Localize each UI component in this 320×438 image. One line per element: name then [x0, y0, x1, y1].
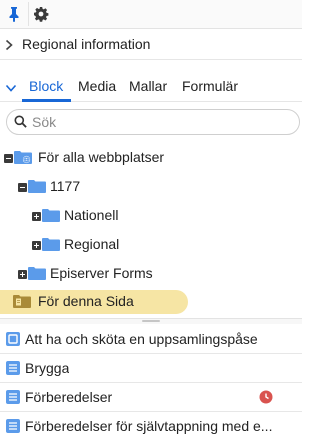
settings-button[interactable]	[28, 2, 52, 26]
tab-block[interactable]: Block	[29, 78, 63, 94]
clock-icon	[259, 390, 273, 404]
chevron-right-icon	[5, 39, 13, 51]
tree-item-1177[interactable]: 1177	[0, 174, 302, 200]
tree-item-label: Episerver Forms	[50, 265, 153, 281]
list-block-icon	[6, 361, 20, 375]
list-block-icon	[6, 419, 20, 433]
collapse-icon[interactable]	[4, 154, 13, 163]
expand-icon[interactable]	[18, 270, 27, 279]
list-item[interactable]: Förberedelser	[0, 384, 302, 412]
list-item[interactable]: Att ha och sköta en uppsamlingspåse	[0, 326, 302, 354]
list-item-label: Förberedelser för självtappning med e...	[25, 418, 273, 434]
search-field[interactable]: Sök	[6, 109, 300, 135]
search-icon	[14, 115, 27, 128]
tree-item-nationell[interactable]: Nationell	[0, 203, 302, 229]
tree-item-label: Regional	[64, 236, 120, 252]
search-input[interactable]: Sök	[32, 114, 56, 130]
list-block-icon	[6, 390, 20, 404]
shared-folder-icon	[14, 151, 32, 164]
splitter-grip	[142, 320, 160, 322]
page-folder-icon	[13, 295, 31, 308]
tree-item-label: Nationell	[64, 207, 119, 223]
tree-item-label: För denna Sida	[38, 293, 134, 309]
regional-information-label: Regional information	[22, 36, 151, 52]
asset-tabs: Block Media Mallar Formulär	[0, 74, 302, 102]
tree-item-for-denna-sida[interactable]: För denna Sida	[0, 290, 302, 316]
gear-icon	[33, 7, 48, 22]
folder-icon	[42, 238, 60, 251]
list-item-label: Brygga	[25, 360, 70, 376]
block-icon	[6, 332, 20, 346]
folder-icon	[28, 180, 46, 193]
regional-information-section[interactable]: Regional information	[0, 30, 302, 60]
tree-item-label: För alla webbplatser	[38, 149, 165, 165]
tree-item-label: 1177	[50, 178, 81, 194]
chevron-down-icon[interactable]	[5, 83, 17, 93]
tab-mallar[interactable]: Mallar	[129, 78, 167, 94]
folder-icon	[42, 209, 60, 222]
collapse-icon[interactable]	[18, 183, 27, 192]
list-item[interactable]: Förberedelser för självtappning med e...	[0, 413, 302, 438]
pin-button[interactable]	[2, 2, 26, 26]
panel-gap	[0, 61, 302, 71]
list-item-label: Förberedelser	[25, 389, 113, 405]
list-item[interactable]: Brygga	[0, 355, 302, 383]
expand-icon[interactable]	[32, 241, 41, 250]
tree-item-regional[interactable]: Regional	[0, 232, 302, 258]
folder-icon	[28, 267, 46, 280]
tab-media[interactable]: Media	[78, 78, 116, 94]
tree-item-for-alla-webbplatser[interactable]: För alla webbplatser	[0, 145, 302, 171]
tree-item-episerver-forms[interactable]: Episerver Forms	[0, 261, 302, 287]
pane-splitter[interactable]	[0, 318, 302, 324]
top-toolbar	[0, 0, 302, 29]
active-tab-indicator	[22, 99, 71, 102]
list-item-label: Att ha och sköta en uppsamlingspåse	[25, 331, 258, 347]
expand-icon[interactable]	[32, 212, 41, 221]
pin-icon	[9, 7, 19, 22]
tab-formular[interactable]: Formulär	[182, 78, 238, 94]
